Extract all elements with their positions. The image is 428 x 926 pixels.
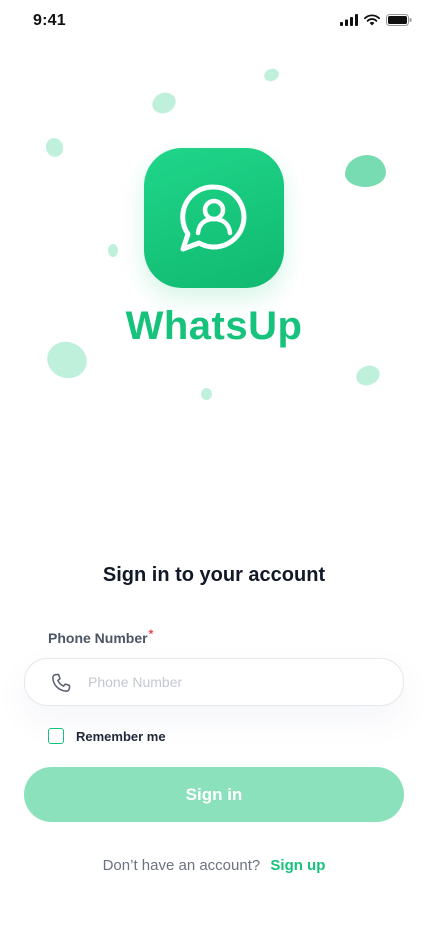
cellular-signal-icon: [340, 14, 358, 26]
phone-icon: [52, 673, 71, 692]
signup-prompt: Don’t have an account? Sign up: [0, 857, 428, 874]
chat-bubble-user-icon: [180, 184, 247, 252]
decorative-blob: [43, 135, 66, 160]
decorative-blob: [108, 244, 118, 257]
remember-me-label: Remember me: [76, 728, 166, 744]
page-title: Sign in to your account: [102, 564, 326, 586]
decorative-blob: [148, 88, 180, 118]
brand-name: WhatsUp: [125, 304, 303, 348]
status-icons: [340, 14, 412, 26]
signup-prompt-text: Don’t have an account?: [102, 857, 261, 874]
remember-me[interactable]: Remember me: [48, 728, 166, 744]
phone-number-field[interactable]: [24, 658, 404, 706]
phone-number-input[interactable]: [88, 659, 388, 705]
battery-icon: [386, 14, 412, 26]
remember-me-checkbox[interactable]: [48, 728, 64, 744]
app-logo: [144, 148, 284, 288]
decorative-blob: [353, 362, 383, 389]
sign-up-link[interactable]: Sign up: [270, 857, 325, 874]
status-time: 9:41: [33, 12, 66, 29]
sign-in-button[interactable]: Sign in: [24, 767, 404, 822]
status-bar: 9:41: [0, 0, 428, 44]
required-mark: *: [148, 627, 154, 641]
phone-number-label: Phone Number*: [48, 627, 154, 646]
sign-in-screen: 9:41 WhatsUp Sign in to your account Pho…: [0, 0, 428, 926]
decorative-blob: [201, 388, 212, 400]
wifi-icon: [364, 14, 380, 26]
phone-number-label-text: Phone Number: [48, 630, 148, 646]
decorative-blob: [262, 66, 281, 84]
decorative-blob: [345, 155, 386, 187]
